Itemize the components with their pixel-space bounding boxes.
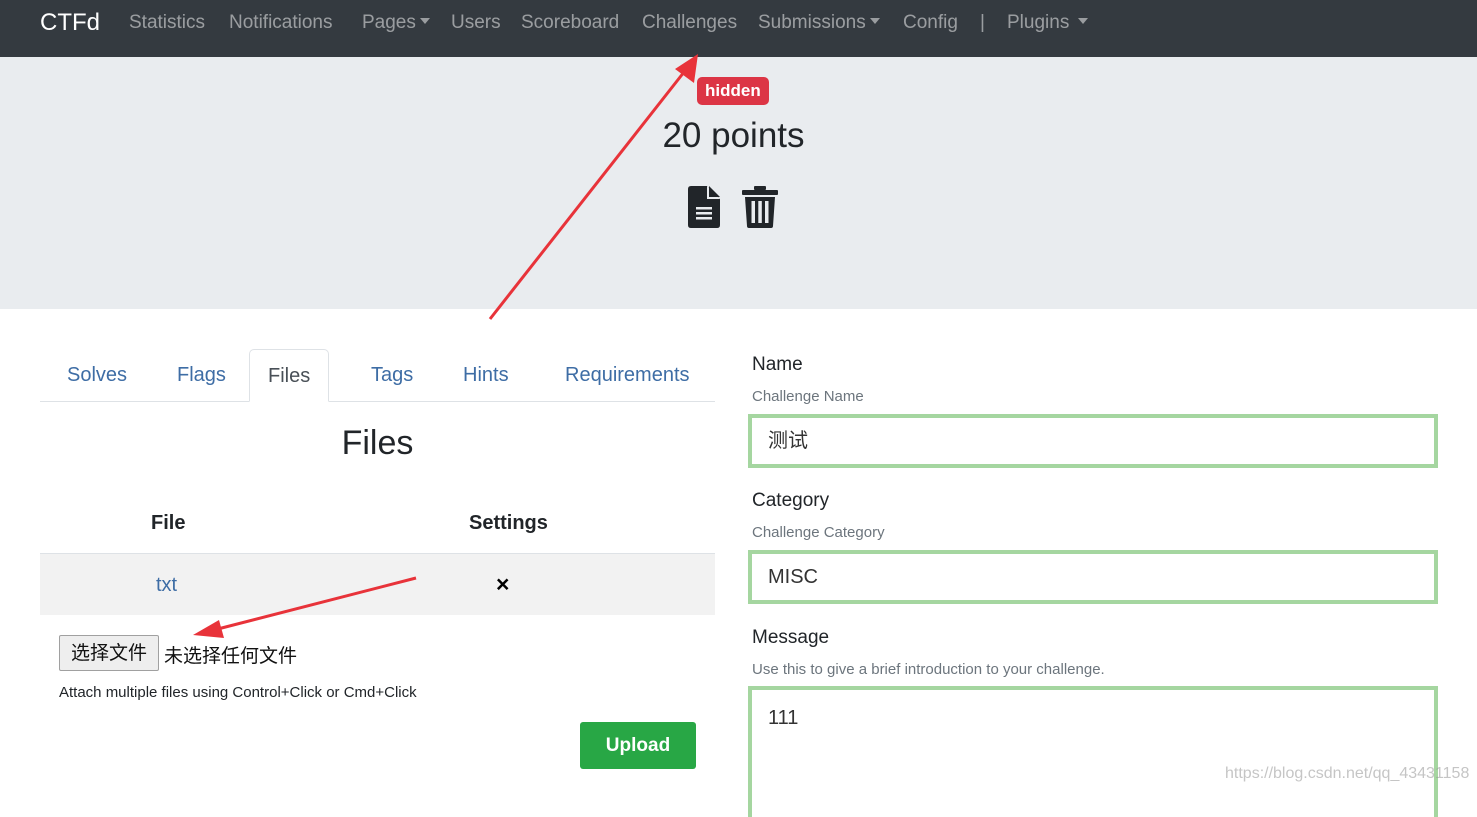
nav-submissions-label: Submissions bbox=[758, 12, 866, 33]
name-label: Name bbox=[752, 354, 803, 375]
tab-tags[interactable]: Tags bbox=[353, 349, 431, 400]
delete-file-icon[interactable]: × bbox=[496, 571, 509, 598]
nav-pages[interactable]: Pages bbox=[362, 12, 430, 34]
nav-divider: | bbox=[980, 12, 985, 33]
tab-solves[interactable]: Solves bbox=[49, 349, 145, 400]
message-help: Use this to give a brief introduction to… bbox=[752, 661, 1105, 678]
table-row bbox=[40, 553, 715, 615]
tab-requirements[interactable]: Requirements bbox=[547, 349, 708, 400]
points-value: 20 points bbox=[662, 116, 805, 155]
message-textarea[interactable]: 111 bbox=[748, 686, 1438, 817]
nav-notifications[interactable]: Notifications bbox=[229, 12, 333, 34]
nav-config[interactable]: Config bbox=[903, 12, 958, 34]
nav-challenges[interactable]: Challenges bbox=[642, 12, 737, 34]
name-input[interactable]: 测试 bbox=[748, 414, 1438, 468]
category-label: Category bbox=[752, 490, 830, 511]
top-navbar: CTFd Statistics Notifications Pages User… bbox=[0, 0, 1477, 57]
nav-statistics[interactable]: Statistics bbox=[129, 12, 205, 34]
nav-submissions[interactable]: Submissions bbox=[758, 12, 880, 34]
choose-file-button[interactable]: 选择文件 bbox=[59, 635, 159, 671]
files-heading: Files bbox=[341, 424, 414, 462]
tab-flags[interactable]: Flags bbox=[159, 349, 244, 400]
challenge-tabs: Solves Flags Files Tags Hints Requiremen… bbox=[40, 349, 715, 402]
category-input[interactable]: MISC bbox=[748, 550, 1438, 604]
file-link[interactable]: txt bbox=[156, 574, 177, 597]
trash-icon[interactable] bbox=[742, 186, 778, 233]
name-help: Challenge Name bbox=[752, 388, 864, 405]
nav-plugins-label: Plugins bbox=[1007, 12, 1070, 33]
chevron-down-icon bbox=[1078, 18, 1089, 24]
tab-files[interactable]: Files bbox=[249, 349, 330, 402]
brand-logo[interactable]: CTFd bbox=[40, 9, 100, 37]
upload-button[interactable]: Upload bbox=[580, 722, 696, 769]
hidden-badge: hidden bbox=[697, 77, 769, 105]
watermark: https://blog.csdn.net/qq_43431158 bbox=[1225, 765, 1470, 782]
column-header-settings: Settings bbox=[469, 512, 548, 534]
category-help: Challenge Category bbox=[752, 524, 885, 541]
annotation-arrowhead bbox=[193, 620, 224, 638]
file-icon[interactable] bbox=[688, 186, 720, 233]
nav-scoreboard[interactable]: Scoreboard bbox=[521, 12, 619, 34]
chevron-down-icon bbox=[869, 18, 880, 24]
nav-plugins[interactable]: Plugins bbox=[1007, 12, 1089, 34]
chevron-down-icon bbox=[419, 18, 430, 24]
message-label: Message bbox=[752, 627, 830, 648]
attach-help-text: Attach multiple files using Control+Clic… bbox=[59, 684, 417, 701]
tab-hints[interactable]: Hints bbox=[445, 349, 527, 400]
column-header-file: File bbox=[151, 512, 186, 534]
nav-pages-label: Pages bbox=[362, 12, 416, 33]
no-file-selected-text: 未选择任何文件 bbox=[164, 645, 298, 667]
nav-users[interactable]: Users bbox=[451, 12, 501, 34]
